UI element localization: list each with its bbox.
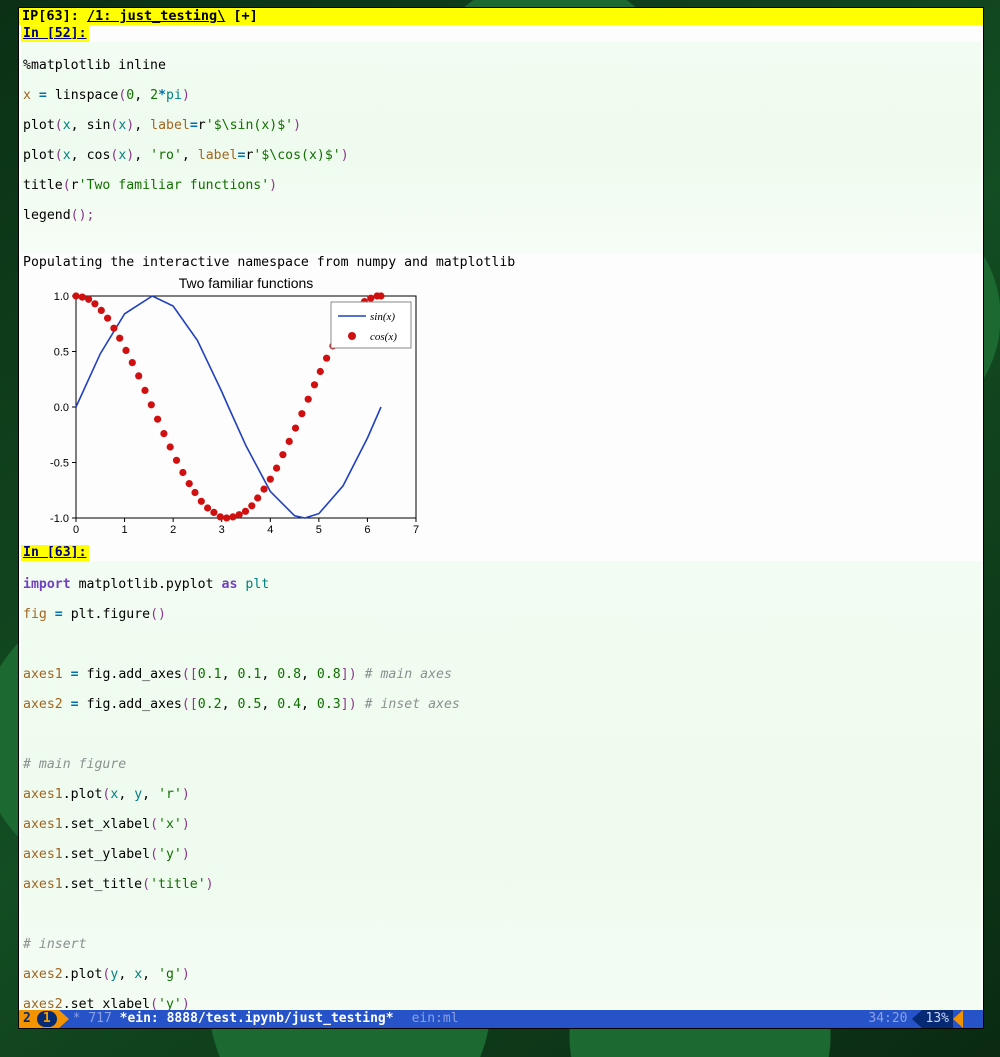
svg-text:2: 2 bbox=[170, 524, 176, 536]
var: axes2 bbox=[23, 697, 63, 712]
sb-major-mode: ein:ml bbox=[408, 1010, 463, 1028]
svg-text:-0.5: -0.5 bbox=[50, 458, 69, 470]
string: 'ro' bbox=[150, 148, 182, 163]
arg: x bbox=[63, 148, 71, 163]
cell-63: In [63]: import matplotlib.pyplot as plt… bbox=[21, 545, 981, 1010]
arg: x bbox=[63, 118, 71, 133]
sb-workspace-num[interactable]: 2 bbox=[19, 1010, 35, 1028]
num: 0.2 bbox=[198, 697, 222, 712]
var: axes1 bbox=[23, 667, 63, 682]
sb-percent: 13% bbox=[922, 1010, 953, 1028]
sb-modified: * bbox=[73, 1011, 81, 1026]
sb-buffer-name[interactable]: *ein: 8888/test.ipynb/just_testing* bbox=[120, 1011, 394, 1026]
num: 0.4 bbox=[277, 697, 301, 712]
comment: # inset axes bbox=[365, 697, 460, 712]
magic: %matplotlib inline bbox=[23, 58, 166, 73]
num: 0.3 bbox=[317, 697, 341, 712]
svg-text:1.0: 1.0 bbox=[54, 291, 69, 303]
fn-title: title bbox=[23, 178, 63, 193]
num: 0 bbox=[126, 88, 134, 103]
emacs-window: IP[63]: /1: just_testing\ [+] In [52]: %… bbox=[18, 7, 984, 1029]
svg-text:Two familiar functions: Two familiar functions bbox=[179, 275, 314, 291]
tab-bar[interactable]: IP[63]: /1: just_testing\ [+] bbox=[19, 8, 983, 25]
fn-cos: cos bbox=[87, 148, 111, 163]
string: 'Two familiar functions' bbox=[79, 178, 270, 193]
svg-text:7: 7 bbox=[413, 524, 419, 536]
fn-plot: plot bbox=[23, 118, 55, 133]
num: 0.1 bbox=[198, 667, 222, 682]
num: 2 bbox=[150, 88, 158, 103]
kwarg: label bbox=[198, 148, 238, 163]
num: 0.8 bbox=[317, 667, 341, 682]
var-x: x bbox=[23, 88, 31, 103]
notebook-buffer[interactable]: In [52]: %matplotlib inline x = linspace… bbox=[21, 25, 981, 1010]
cell-stdout: Populating the interactive namespace fro… bbox=[21, 254, 981, 271]
svg-text:sin(x): sin(x) bbox=[370, 311, 395, 323]
code-input[interactable]: %matplotlib inline x = linspace(0, 2*pi)… bbox=[21, 42, 981, 254]
comment: # main figure bbox=[23, 757, 126, 772]
num: 0.1 bbox=[237, 667, 261, 682]
paren: (); bbox=[71, 208, 95, 223]
title-prefix: IP[63]: bbox=[22, 8, 79, 24]
chevron-right-icon bbox=[59, 1010, 69, 1028]
kw-as: as bbox=[222, 577, 238, 592]
cell-prompt: In [52]: bbox=[21, 26, 89, 42]
chevron-right-icon bbox=[398, 1010, 408, 1028]
op: = bbox=[55, 607, 63, 622]
svg-text:cos(x): cos(x) bbox=[370, 331, 397, 343]
svg-text:3: 3 bbox=[219, 524, 225, 536]
fn-legend: legend bbox=[23, 208, 71, 223]
svg-text:6: 6 bbox=[364, 524, 370, 536]
svg-text:0: 0 bbox=[73, 524, 79, 536]
chevron-left-icon bbox=[912, 1010, 922, 1028]
fn-sin: sin bbox=[87, 118, 111, 133]
chevron-left-icon bbox=[854, 1010, 864, 1028]
const-pi: pi bbox=[166, 88, 182, 103]
sb-window-num[interactable]: 1 bbox=[37, 1011, 57, 1027]
sb-row-col: 34:20 bbox=[864, 1010, 911, 1028]
kwarg: label bbox=[150, 118, 190, 133]
svg-text:5: 5 bbox=[316, 524, 322, 536]
num: 0.8 bbox=[277, 667, 301, 682]
chevron-left-icon bbox=[953, 1010, 963, 1028]
plot-two-functions: Two familiar functions -1.0 -0.5 0.0 0.5 1.0… bbox=[21, 274, 421, 539]
cell-52: In [52]: %matplotlib inline x = linspace… bbox=[21, 26, 981, 539]
string: '$\cos(x)$' bbox=[253, 148, 340, 163]
fn-plot: plot bbox=[23, 148, 55, 163]
svg-text:-1.0: -1.0 bbox=[50, 513, 69, 525]
svg-text:1: 1 bbox=[122, 524, 128, 536]
fn-linspace: linspace bbox=[55, 88, 119, 103]
alias: plt bbox=[245, 577, 269, 592]
string: '$\sin(x)$' bbox=[206, 118, 293, 133]
mode-line: 2 1 * 717 *ein: 8888/test.ipynb/just_tes… bbox=[19, 1010, 983, 1028]
code-input[interactable]: import matplotlib.pyplot as plt fig = pl… bbox=[21, 561, 981, 1010]
comment: # main axes bbox=[365, 667, 452, 682]
svg-text:0.0: 0.0 bbox=[54, 402, 69, 414]
kw-import: import bbox=[23, 577, 71, 592]
tab-current[interactable]: /1: just_testing\ bbox=[87, 8, 225, 24]
svg-text:0.5: 0.5 bbox=[54, 347, 69, 359]
num: 0.5 bbox=[237, 697, 261, 712]
var: fig bbox=[23, 607, 47, 622]
sb-line-count: 717 bbox=[88, 1011, 111, 1026]
tab-add[interactable]: [+] bbox=[233, 8, 257, 24]
svg-text:4: 4 bbox=[267, 524, 273, 536]
comment: # insert bbox=[23, 937, 87, 952]
module: matplotlib.pyplot bbox=[79, 577, 214, 592]
cell-prompt: In [63]: bbox=[21, 545, 89, 561]
